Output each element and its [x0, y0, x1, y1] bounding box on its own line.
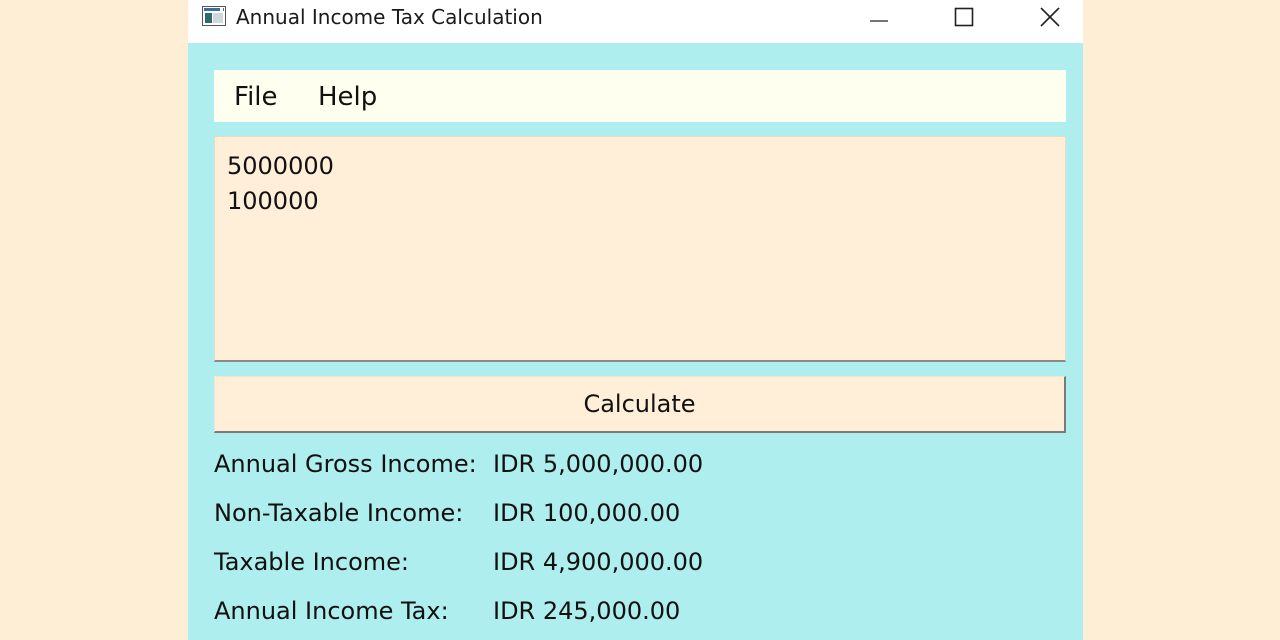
- window-app-icon: [202, 6, 226, 26]
- input-line-gross: 5000000: [227, 152, 334, 180]
- calculate-button[interactable]: Calculate: [214, 376, 1066, 433]
- menu-file[interactable]: File: [234, 82, 278, 112]
- gross-income-label: Annual Gross Income:: [214, 450, 477, 478]
- minimize-icon: [870, 20, 888, 22]
- taxable-income-value: IDR 4,900,000.00: [493, 548, 704, 576]
- app-window: Annual Income Tax Calculation File Help …: [188, 0, 1083, 640]
- input-line-nontaxable: 100000: [227, 187, 319, 215]
- income-input-textarea[interactable]: 5000000 100000: [214, 136, 1066, 362]
- maximize-icon: [954, 7, 974, 27]
- close-icon: [1040, 7, 1060, 27]
- title-bar[interactable]: Annual Income Tax Calculation: [188, 0, 1083, 43]
- menu-help[interactable]: Help: [318, 82, 377, 112]
- close-button[interactable]: [1021, 0, 1079, 34]
- gross-income-value: IDR 5,000,000.00: [493, 450, 704, 478]
- minimize-button[interactable]: [850, 0, 908, 34]
- non-taxable-income-label: Non-Taxable Income:: [214, 499, 464, 527]
- menu-bar: File Help: [214, 70, 1066, 122]
- annual-income-tax-label: Annual Income Tax:: [214, 597, 449, 625]
- window-title: Annual Income Tax Calculation: [236, 5, 543, 29]
- taxable-income-label: Taxable Income:: [214, 548, 409, 576]
- non-taxable-income-value: IDR 100,000.00: [493, 499, 681, 527]
- maximize-button[interactable]: [935, 0, 993, 34]
- annual-income-tax-value: IDR 245,000.00: [493, 597, 681, 625]
